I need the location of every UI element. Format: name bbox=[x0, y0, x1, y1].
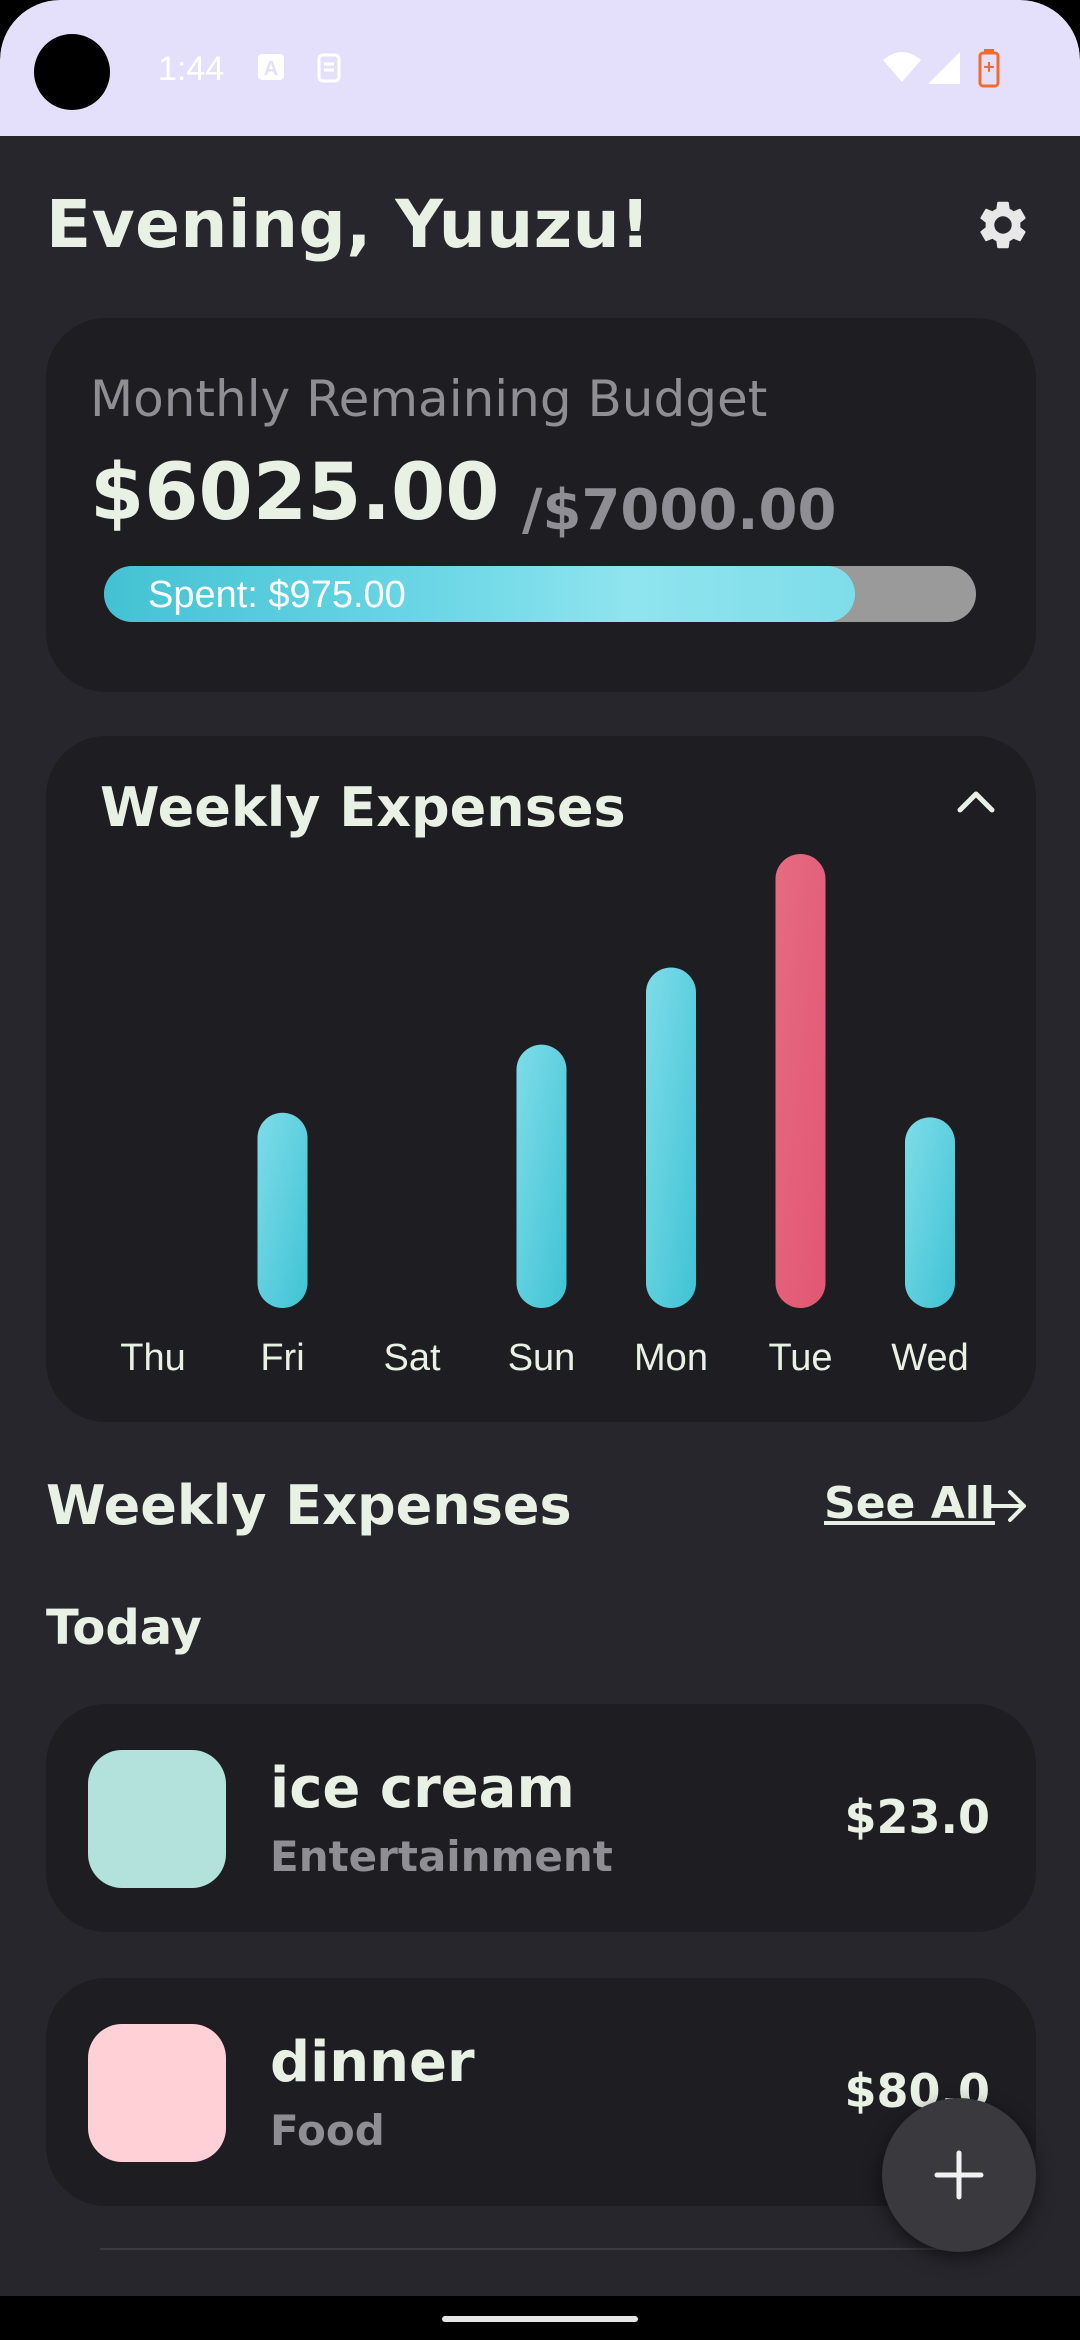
expense-category: Food bbox=[270, 2106, 385, 2155]
budget-remaining-amount: $6025.00 bbox=[90, 448, 500, 538]
bar-sun[interactable] bbox=[516, 1044, 567, 1308]
budget-title: Monthly Remaining Budget bbox=[90, 370, 768, 428]
cell-signal-icon bbox=[928, 52, 960, 84]
wifi-icon bbox=[883, 52, 921, 82]
list-section-title: Weekly Expenses bbox=[46, 1474, 572, 1537]
bar-fri[interactable] bbox=[257, 1112, 308, 1308]
budget-card: Monthly Remaining Budget $6025.00 /$7000… bbox=[46, 318, 1036, 692]
expense-name: dinner bbox=[270, 2030, 475, 2095]
budget-total-amount: /$7000.00 bbox=[522, 478, 837, 543]
bar-tue[interactable] bbox=[775, 854, 826, 1308]
budget-progress-bar: Spent: $975.00 bbox=[104, 566, 976, 622]
battery-charging-icon bbox=[978, 49, 1000, 88]
navigation-bar bbox=[0, 2296, 1080, 2340]
status-time: 1:44 bbox=[158, 50, 225, 88]
day-label-sat: Sat bbox=[383, 1337, 440, 1379]
group-label-today: Today bbox=[46, 1600, 202, 1656]
category-color-swatch bbox=[88, 2024, 226, 2162]
day-label-mon: Mon bbox=[634, 1337, 708, 1379]
gear-icon[interactable] bbox=[974, 196, 1032, 254]
expense-name: ice cream bbox=[270, 1756, 575, 1821]
svg-text:A: A bbox=[264, 58, 278, 80]
weekly-chart-card: Thu Fri Sat Sun Mon Tue Wed Weekly Expenses bbox=[46, 736, 1036, 1422]
add-expense-button[interactable] bbox=[882, 2098, 1036, 2252]
expense-category: Entertainment bbox=[270, 1832, 613, 1881]
day-label-wed: Wed bbox=[891, 1337, 968, 1379]
greeting-title: Evening, Yuuzu! bbox=[46, 186, 651, 263]
day-label-thu: Thu bbox=[120, 1337, 185, 1379]
status-bar: 1:44 A bbox=[0, 0, 1080, 136]
list-divider bbox=[100, 2248, 980, 2250]
expense-amount: $23.0 bbox=[844, 1790, 990, 1844]
day-label-sun: Sun bbox=[508, 1337, 576, 1379]
arrow-right-icon[interactable] bbox=[986, 1484, 1030, 1528]
expense-item[interactable]: ice cream Entertainment $23.0 bbox=[46, 1704, 1036, 1932]
camera-cutout bbox=[34, 34, 110, 110]
category-color-swatch bbox=[88, 1750, 226, 1888]
chart-title: Weekly Expenses bbox=[100, 776, 626, 839]
chevron-up-icon[interactable] bbox=[946, 776, 1006, 826]
bar-mon[interactable] bbox=[646, 967, 696, 1309]
home-indicator[interactable] bbox=[442, 2316, 638, 2322]
screenshot-icon bbox=[317, 53, 341, 83]
day-label-fri: Fri bbox=[260, 1337, 304, 1379]
plus-icon bbox=[934, 2150, 984, 2200]
app-screen: 1:44 A Evening, Yuuzu! Monthly Remaining… bbox=[0, 0, 1080, 2340]
see-all-link[interactable]: See All bbox=[824, 1478, 995, 1529]
notification-a-icon: A bbox=[258, 54, 284, 80]
bar-wed[interactable] bbox=[905, 1117, 955, 1308]
day-label-tue: Tue bbox=[768, 1337, 832, 1379]
spent-label: Spent: $975.00 bbox=[148, 574, 406, 616]
